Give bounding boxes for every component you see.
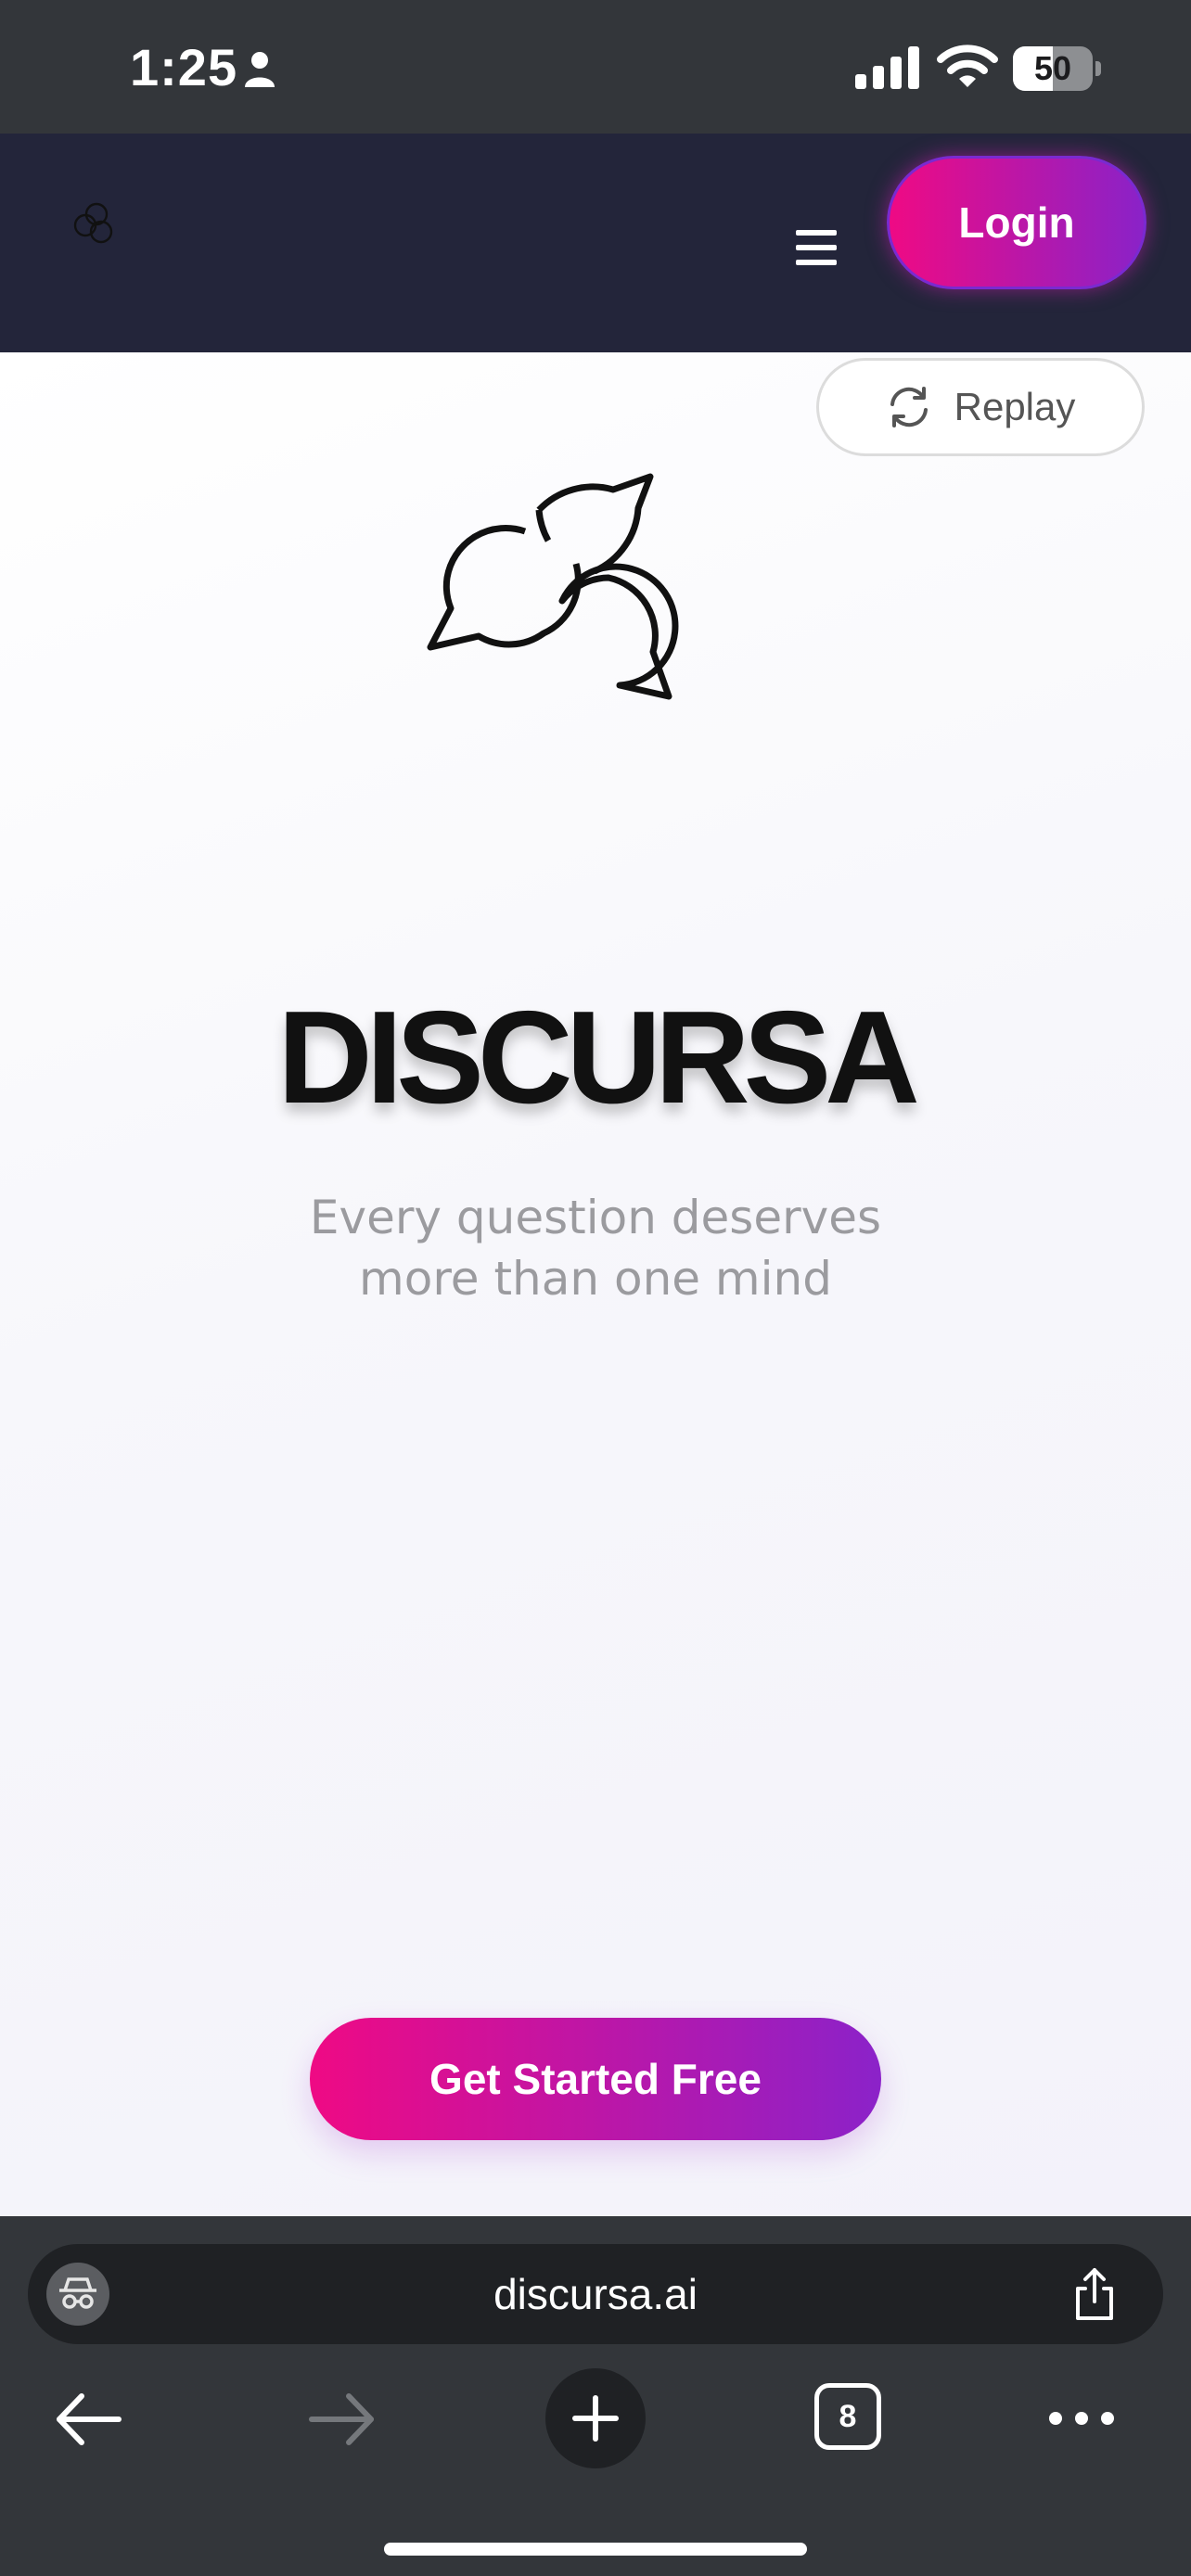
refresh-icon: [890, 387, 928, 427]
get-started-button[interactable]: Get Started Free: [310, 2018, 881, 2140]
tabs-count-button[interactable]: 8: [814, 2383, 881, 2450]
address-bar[interactable]: discursa.ai: [28, 2244, 1163, 2344]
hamburger-menu-icon[interactable]: [796, 230, 837, 265]
person-icon: [245, 52, 275, 87]
replay-label: Replay: [954, 385, 1076, 428]
hero-tagline: Every question deserves more than one mi…: [309, 1191, 882, 1306]
share-icon[interactable]: [1069, 2266, 1121, 2322]
more-icon[interactable]: [1046, 2409, 1117, 2428]
plus-icon: [572, 2395, 619, 2442]
back-arrow-icon[interactable]: [54, 2391, 122, 2448]
url-text[interactable]: discursa.ai: [28, 2244, 1163, 2344]
battery-level: 50: [1033, 49, 1072, 87]
chat-bubbles-logo-icon: [427, 473, 679, 700]
login-button[interactable]: Login: [887, 156, 1146, 289]
status-bar: 1:25 50: [0, 0, 1191, 134]
hero-title: DISCURSA: [277, 984, 920, 1131]
browser-toolbar: discursa.ai 8: [0, 2216, 1191, 2576]
hero-section: Replay DISCURSA Every question deserves …: [0, 352, 1191, 2216]
forward-arrow-icon[interactable]: [308, 2391, 377, 2448]
new-tab-button[interactable]: [545, 2368, 646, 2468]
home-indicator[interactable]: [384, 2543, 807, 2556]
status-time: 1:25: [130, 38, 238, 96]
battery-icon: 50: [1013, 46, 1102, 91]
replay-button[interactable]: Replay: [816, 358, 1145, 456]
wifi-icon: [937, 45, 998, 87]
signal-icon: [855, 46, 919, 89]
logo-icon[interactable]: [69, 198, 121, 250]
